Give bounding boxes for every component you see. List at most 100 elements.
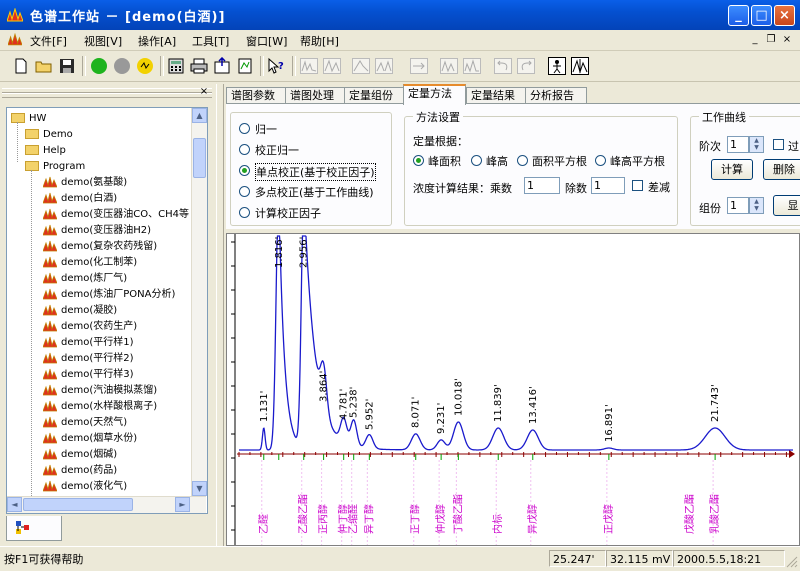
component-input[interactable]: 1	[727, 197, 749, 214]
tree-item-method[interactable]: demo(白酒)	[43, 191, 117, 207]
tree-item-method[interactable]: demo(炼厂气)	[43, 271, 127, 287]
panel-close-icon[interactable]: ×	[198, 86, 210, 98]
resize-grip-icon[interactable]	[786, 556, 798, 568]
tab-quant-components[interactable]: 定量组份	[344, 87, 404, 104]
undo-icon[interactable]	[492, 55, 514, 77]
mark-tool-icon[interactable]	[546, 55, 568, 77]
delete-button[interactable]: 删除	[763, 159, 800, 180]
mdi-close-icon[interactable]: ×	[780, 33, 794, 46]
order-input[interactable]: 1	[727, 136, 749, 153]
basis-radio[interactable]	[413, 155, 424, 166]
compound-label: 乙缩醛	[347, 504, 360, 534]
tree-item-method[interactable]: demo(天然气)	[43, 415, 127, 431]
open-folder-icon[interactable]	[33, 55, 55, 77]
export-icon[interactable]	[211, 55, 233, 77]
peak-tool-5-icon[interactable]	[408, 55, 430, 77]
calc-button[interactable]: 计算	[711, 159, 753, 180]
menu-help[interactable]: 帮助[H]	[300, 33, 339, 49]
calculator-icon[interactable]	[165, 55, 187, 77]
curve-checkbox[interactable]	[773, 139, 784, 150]
basis-radio[interactable]	[517, 155, 528, 166]
context-help-icon[interactable]: ?	[265, 55, 287, 77]
tree-item-method[interactable]: demo(平行样1)	[43, 335, 134, 351]
peak-tool-7-icon[interactable]	[461, 55, 483, 77]
compound-label: 内标	[491, 514, 504, 534]
tree-item-method[interactable]: demo(炼油厂PONA分析)	[43, 287, 175, 303]
start-green-icon[interactable]	[88, 55, 110, 77]
tab-spectrum-process[interactable]: 谱图处理	[285, 87, 345, 104]
calibration-radio[interactable]	[239, 207, 250, 218]
scroll-right-icon[interactable]: ►	[175, 497, 190, 512]
basis-option-label: 峰高	[486, 155, 508, 168]
tree-item-method[interactable]: demo(变压器油H2)	[43, 223, 151, 239]
tree-item-folder[interactable]: Help	[25, 143, 66, 159]
peak-tool-3-icon[interactable]	[350, 55, 372, 77]
splitter[interactable]	[216, 84, 224, 546]
peak-tool-1-icon[interactable]	[298, 55, 320, 77]
minimize-button[interactable]: _	[728, 5, 749, 26]
tree-item-method[interactable]: demo(水样酸根离子)	[43, 399, 157, 415]
show-button[interactable]: 显	[773, 195, 800, 216]
menu-file[interactable]: 文件[F]	[30, 33, 67, 49]
chromatogram-chart[interactable]: 1.131' 乙醛 1.816' 2.956' 乙酸乙酯 3.864' 正丙醇 4.781' 仲…	[226, 233, 800, 546]
save-icon[interactable]	[56, 55, 78, 77]
mdi-minimize-icon[interactable]: _	[748, 33, 762, 46]
tree-item-method[interactable]: demo(平行样2)	[43, 351, 134, 367]
tree-item-method[interactable]: demo(变压器油CO、CH4等	[43, 207, 189, 223]
menu-window[interactable]: 窗口[W]	[246, 33, 287, 49]
redo-icon[interactable]	[515, 55, 537, 77]
scroll-down-icon[interactable]: ▼	[192, 481, 207, 496]
tree-item-method[interactable]: demo(复杂农药残留)	[43, 239, 157, 255]
mdi-restore-icon[interactable]: ❐	[764, 33, 778, 46]
calibration-radio[interactable]	[239, 123, 250, 134]
menu-tools[interactable]: 工具[T]	[192, 33, 229, 49]
tree-item-folder[interactable]: Program	[25, 159, 85, 175]
tree-item-method[interactable]: demo(烟碱)	[43, 447, 117, 463]
tree-item-method[interactable]: demo(化工制苯)	[43, 255, 137, 271]
tree-vscrollbar[interactable]: ▲ ▼	[191, 108, 207, 496]
tab-analysis-report[interactable]: 分析报告	[525, 87, 587, 104]
stop-gray-icon[interactable]	[111, 55, 133, 77]
tree-item-method[interactable]: demo(药品)	[43, 463, 117, 479]
tree-item-method[interactable]: demo(烟草水份)	[43, 431, 137, 447]
tab-quant-results[interactable]: 定量结果	[466, 87, 526, 104]
tree-vscroll-thumb[interactable]	[193, 138, 206, 178]
basis-radio[interactable]	[471, 155, 482, 166]
close-button[interactable]: ×	[774, 5, 795, 26]
subtract-checkbox[interactable]	[632, 180, 643, 191]
peak-tool-4-icon[interactable]	[373, 55, 395, 77]
peak-tool-2-icon[interactable]	[321, 55, 343, 77]
tree-item-method[interactable]: demo(液化气)	[43, 479, 127, 495]
order-spinner[interactable]: ▲ ▼	[749, 136, 764, 153]
multiplier-input[interactable]: 1	[524, 177, 560, 194]
tree-hscroll-thumb[interactable]	[23, 498, 133, 511]
tab-spectrum-params[interactable]: 谱图参数	[226, 87, 286, 104]
tree-item-method[interactable]: demo(汽油模拟蒸馏)	[43, 383, 157, 399]
divisor-input[interactable]: 1	[591, 177, 625, 194]
tree-item-folder[interactable]: Demo	[25, 127, 73, 143]
calibration-radio[interactable]	[239, 186, 250, 197]
maximize-button[interactable]: □	[751, 5, 772, 26]
tree-item-method[interactable]: demo(凝胶)	[43, 303, 117, 319]
new-file-icon[interactable]	[10, 55, 32, 77]
calibration-radio[interactable]	[239, 144, 250, 155]
tree-item-method[interactable]: demo(农药生产)	[43, 319, 137, 335]
integrate-tool-icon[interactable]	[569, 55, 591, 77]
tree-tab[interactable]	[6, 516, 62, 541]
scroll-left-icon[interactable]: ◄	[7, 497, 22, 512]
status-yellow-icon[interactable]	[134, 55, 156, 77]
menu-operate[interactable]: 操作[A]	[138, 33, 176, 49]
peak-tool-6-icon[interactable]	[438, 55, 460, 77]
tree-hscrollbar[interactable]: ◄ ►	[7, 496, 206, 513]
print-icon[interactable]	[188, 55, 210, 77]
scroll-up-icon[interactable]: ▲	[192, 108, 207, 123]
basis-radio[interactable]	[595, 155, 606, 166]
menu-view[interactable]: 视图[V]	[84, 33, 122, 49]
calibration-radio[interactable]	[239, 165, 250, 176]
tree-item-method[interactable]: demo(平行样3)	[43, 367, 134, 383]
tree-item-method[interactable]: demo(氨基酸)	[43, 175, 127, 191]
component-spinner[interactable]: ▲ ▼	[749, 197, 764, 214]
tab-quant-method[interactable]: 定量方法	[403, 84, 466, 105]
report-icon[interactable]	[234, 55, 256, 77]
window-title: 色谱工作站 － [demo(白酒)]	[30, 10, 226, 25]
